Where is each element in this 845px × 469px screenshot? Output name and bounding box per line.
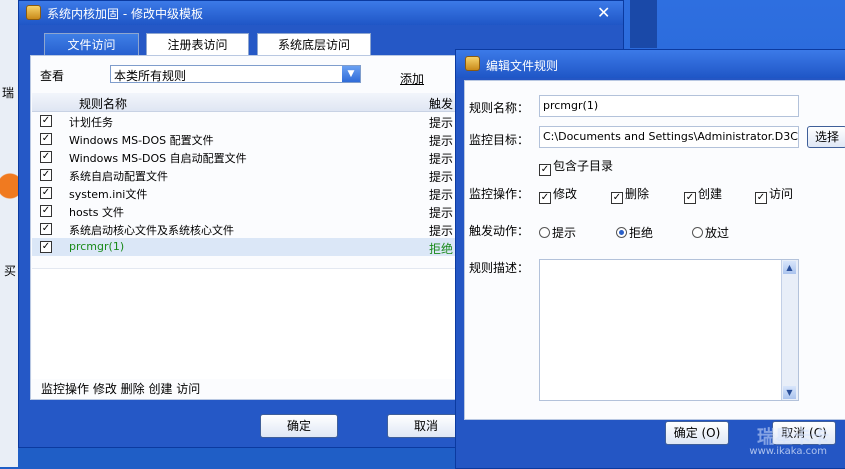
checkmark-icon: ✓ [539,164,551,176]
view-filter-select[interactable]: 本类所有规则 ▼ [110,65,361,83]
view-label: 查看 [40,69,65,83]
rule-trigger-action: 提示 [429,170,454,184]
rule-row[interactable]: ✓ Windows MS-DOS 配置文件 提示 [32,130,462,148]
rule-name: hosts 文件 [69,206,124,219]
checkmark-icon: ✓ [539,192,551,204]
cancel-button[interactable]: 取消 [387,414,465,438]
column-trigger[interactable]: 触发 [429,95,453,112]
scroll-up-icon[interactable]: ▲ [783,261,796,274]
trigger-prompt-label: 提示 [552,226,577,240]
rule-name: 系统启动核心文件及系统核心文件 [69,224,234,237]
background-orange-icon [0,168,18,204]
description-label: 规则描述： [469,261,530,275]
rule-checkbox[interactable]: ✓ [40,151,52,163]
view-filter-value: 本类所有规则 [114,69,187,83]
background-window-edge [630,0,657,48]
rules-list-header: 规则名称 触发 [32,93,462,112]
rule-row[interactable]: ✓ 系统启动核心文件及系统核心文件 提示 [32,220,462,238]
rule-trigger-action: 提示 [429,206,454,220]
rule-checkbox[interactable]: ✓ [40,169,52,181]
description-scrollbar[interactable]: ▲ ▼ [781,260,798,400]
include-subdirs-label: 包含子目录 [553,159,614,173]
ok-button[interactable]: 确定 [260,414,338,438]
rule-name: 计划任务 [69,116,113,129]
op-modify-label: 修改 [553,187,578,201]
column-rule-name[interactable]: 规则名称 [79,95,127,112]
ops-label: 监控操作： [469,187,530,201]
rule-name: prcmgr(1) [69,240,125,253]
rule-trigger-action: 提示 [429,188,454,202]
target-label: 监控目标： [469,133,530,147]
checkmark-icon: ✓ [684,192,696,204]
rule-name: system.ini文件 [69,188,148,201]
radio-icon [539,227,550,238]
scroll-down-icon[interactable]: ▼ [783,386,796,399]
op-modify-checkbox[interactable]: ✓ 修改 [539,185,577,204]
trigger-label: 触发动作： [469,224,530,238]
trigger-allow-radio[interactable]: 放过 [692,224,729,241]
target-path-input[interactable]: C:\Documents and Settings\Administrator.… [539,126,799,148]
rule-checkbox[interactable]: ✓ [40,205,52,217]
background-text: 瑞 [2,86,15,100]
op-delete-checkbox[interactable]: ✓ 删除 [611,185,649,204]
rule-trigger-action: 提示 [429,134,454,148]
main-title-bar[interactable]: 系统内核加固 - 修改中级模板 ✕ [19,1,623,25]
watermark-url: www.ikaka.com [749,446,827,457]
app-shield-icon [26,5,41,20]
rule-name: Windows MS-DOS 自启动配置文件 [69,152,247,165]
rule-name-input[interactable]: prcmgr(1) [539,95,799,117]
rule-trigger-action: 拒绝 [429,242,454,256]
rule-checkbox[interactable]: ✓ [40,223,52,235]
op-access-label: 访问 [769,187,794,201]
radio-selected-icon [616,227,627,238]
chevron-down-icon[interactable]: ▼ [342,66,360,82]
trigger-allow-label: 放过 [705,226,730,240]
rule-row[interactable]: ✓ 系统自启动配置文件 提示 [32,166,462,184]
rule-row[interactable]: ✓ Windows MS-DOS 自启动配置文件 提示 [32,148,462,166]
close-icon[interactable]: ✕ [597,5,610,21]
trigger-deny-radio[interactable]: 拒绝 [616,224,653,241]
app-shield-icon [465,56,480,71]
rule-checkbox[interactable]: ✓ [40,241,52,253]
rule-checkbox[interactable]: ✓ [40,133,52,145]
rule-name-label: 规则名称： [469,101,530,115]
op-access-checkbox[interactable]: ✓ 访问 [755,185,793,204]
rules-list-empty-area [32,268,462,379]
edit-file-rule-dialog: 编辑文件规则 规则名称： prcmgr(1) 监控目标： C:\Document… [455,49,845,469]
add-rule-link[interactable]: 添加 [400,70,424,87]
main-window-title: 系统内核加固 - 修改中级模板 [47,7,203,21]
trigger-prompt-radio[interactable]: 提示 [539,224,576,241]
monitor-ops-summary: 监控操作 修改 删除 创建 访问 [41,382,201,396]
trigger-deny-label: 拒绝 [629,226,654,240]
op-delete-label: 删除 [625,187,650,201]
include-subdirs-checkbox[interactable]: ✓ 包含子目录 [539,157,613,176]
tab-system-low-level-access[interactable]: 系统底层访问 [257,33,371,55]
dialog-title-bar[interactable]: 编辑文件规则 [456,50,845,78]
rule-row[interactable]: ✓ system.ini文件 提示 [32,184,462,202]
checkmark-icon: ✓ [755,192,767,204]
op-create-label: 创建 [698,187,723,201]
dialog-title: 编辑文件规则 [486,59,559,73]
rule-row[interactable]: ✓ hosts 文件 提示 [32,202,462,220]
rule-trigger-action: 提示 [429,152,454,166]
rule-checkbox[interactable]: ✓ [40,115,52,127]
dialog-ok-button[interactable]: 确定 (O) [665,421,729,445]
tab-file-access[interactable]: 文件访问 [44,33,139,55]
rule-row[interactable]: ✓ prcmgr(1) 拒绝 [32,238,462,256]
tab-registry-access[interactable]: 注册表访问 [146,33,249,55]
background-text: 买 [4,264,17,278]
rule-trigger-action: 提示 [429,116,454,130]
dialog-content-panel: 规则名称： prcmgr(1) 监控目标： C:\Documents and S… [464,80,845,420]
browse-button[interactable]: 选择 [807,126,845,148]
checkmark-icon: ✓ [611,192,623,204]
rule-name: Windows MS-DOS 配置文件 [69,134,214,147]
rule-trigger-action: 提示 [429,224,454,238]
radio-icon [692,227,703,238]
rule-row[interactable]: ✓ 计划任务 提示 [32,112,462,130]
rule-name: 系统自启动配置文件 [69,170,168,183]
op-create-checkbox[interactable]: ✓ 创建 [684,185,722,204]
description-textarea[interactable]: ▲ ▼ [539,259,799,401]
desktop-left-strip: 瑞 买 [0,0,18,467]
rule-checkbox[interactable]: ✓ [40,187,52,199]
